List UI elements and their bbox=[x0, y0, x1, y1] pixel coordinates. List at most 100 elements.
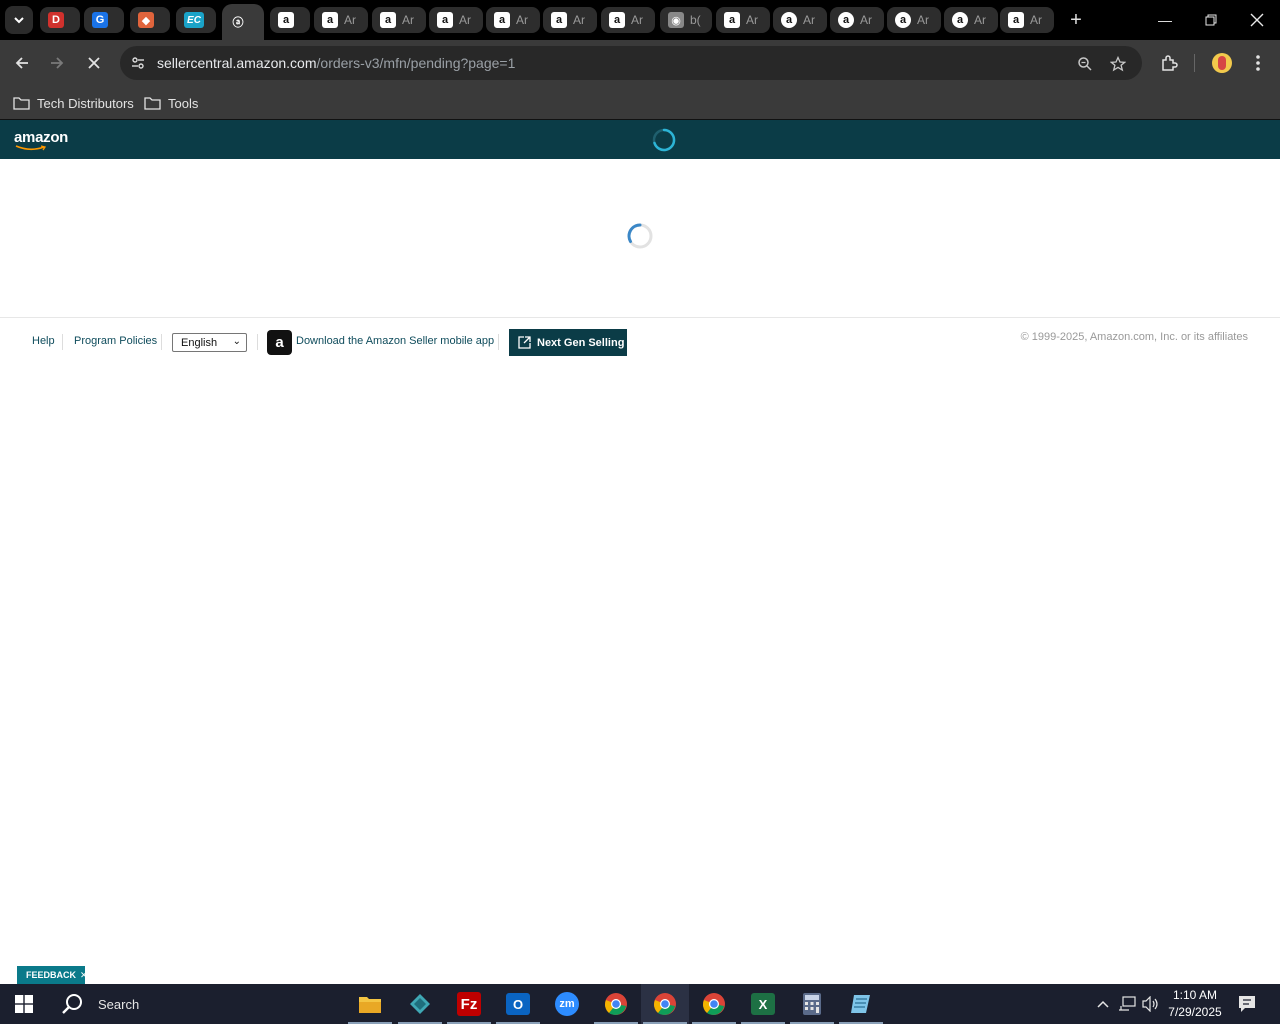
program-policies-link[interactable]: Program Policies bbox=[74, 335, 157, 347]
zoom-icon[interactable] bbox=[1075, 54, 1095, 74]
browser-tab-9[interactable]: a Ar bbox=[429, 7, 483, 33]
browser-tab-label: Ar bbox=[631, 13, 643, 27]
outlook-app[interactable]: O bbox=[494, 984, 542, 1024]
bookmark-folder-tools[interactable]: Tools bbox=[144, 93, 198, 113]
browser-tab-6[interactable]: a bbox=[270, 7, 310, 33]
minimize-icon: — bbox=[1158, 12, 1172, 28]
language-value: English bbox=[181, 336, 218, 349]
more-vertical-icon bbox=[1256, 55, 1260, 71]
amazon-icon: a bbox=[278, 12, 294, 28]
close-window-button[interactable] bbox=[1234, 0, 1280, 40]
blue-g-icon: G bbox=[92, 12, 108, 28]
chevron-down-icon bbox=[14, 17, 24, 24]
browser-tab-4[interactable]: EC bbox=[176, 7, 216, 33]
taskbar-search[interactable]: Search bbox=[48, 984, 338, 1024]
amazon-app-icon[interactable]: a bbox=[267, 330, 292, 355]
bookmark-label: Tech Distributors bbox=[37, 95, 134, 111]
amazon-icon: a bbox=[437, 12, 453, 28]
amazon-icon: a bbox=[494, 12, 510, 28]
network-button[interactable] bbox=[1116, 984, 1138, 1024]
close-icon[interactable]: ✕ bbox=[80, 970, 88, 981]
puzzle-icon bbox=[1162, 55, 1178, 71]
help-link[interactable]: Help bbox=[32, 335, 55, 347]
footer-separator bbox=[62, 334, 63, 350]
stop-loading-button[interactable] bbox=[80, 49, 108, 77]
url-text[interactable]: sellercentral.amazon.com/orders-v3/mfn/p… bbox=[157, 55, 515, 71]
bookmark-star-icon[interactable] bbox=[1108, 54, 1128, 74]
new-tab-button[interactable]: + bbox=[1062, 6, 1090, 34]
zoom-app[interactable]: zm bbox=[543, 984, 591, 1024]
folder-icon bbox=[13, 97, 30, 110]
browser-tab-label: Ar bbox=[917, 13, 929, 27]
browser-tab-label: b( bbox=[690, 13, 701, 27]
close-icon bbox=[1250, 13, 1264, 27]
browser-tab-13[interactable]: ◉ b( bbox=[660, 7, 712, 33]
amazon-round-icon: a bbox=[895, 12, 911, 28]
excel-icon: X bbox=[751, 993, 775, 1015]
browser-tab-2[interactable]: G bbox=[84, 7, 124, 33]
amazon-logo[interactable]: amazon bbox=[14, 129, 68, 146]
browser-tab-18[interactable]: a Ar bbox=[944, 7, 998, 33]
browser-tab-12[interactable]: a Ar bbox=[601, 7, 655, 33]
taskbar-clock[interactable]: 1:10 AM 7/29/2025 bbox=[1158, 987, 1232, 1021]
diamond-app-icon bbox=[410, 994, 430, 1014]
amazon-icon: a bbox=[609, 12, 625, 28]
site-settings-icon[interactable] bbox=[126, 51, 150, 75]
minimize-button[interactable]: — bbox=[1142, 0, 1188, 40]
excel-app[interactable]: X bbox=[739, 984, 787, 1024]
tab-search-button[interactable] bbox=[5, 6, 33, 34]
file-explorer-app[interactable] bbox=[346, 984, 394, 1024]
browser-tab-19[interactable]: a Ar bbox=[1000, 7, 1054, 33]
loading-spinner-header-icon bbox=[652, 128, 676, 152]
zoom-icon: zm bbox=[555, 992, 579, 1016]
extensions-button[interactable] bbox=[1155, 49, 1183, 77]
next-gen-selling-button[interactable]: Next Gen Selling bbox=[509, 329, 627, 356]
browser-tab-16[interactable]: a Ar bbox=[830, 7, 884, 33]
windows-taskbar: Search Fz O zm X 1:10 AM 7/29/2025 bbox=[0, 984, 1280, 1024]
browser-tab-1[interactable]: D bbox=[40, 7, 80, 33]
footer-separator bbox=[257, 334, 258, 350]
filezilla-app[interactable]: Fz bbox=[445, 984, 493, 1024]
browser-tab-15[interactable]: a Ar bbox=[773, 7, 827, 33]
clock-time: 1:10 AM bbox=[1172, 988, 1218, 1002]
diamond-app[interactable] bbox=[396, 984, 444, 1024]
browser-tab-label: Ar bbox=[573, 13, 585, 27]
browser-tab-label: Ar bbox=[516, 13, 528, 27]
feedback-button[interactable]: FEEDBACK ✕ bbox=[17, 966, 88, 984]
profile-button[interactable] bbox=[1208, 49, 1236, 77]
browser-tab-7[interactable]: a Ar bbox=[314, 7, 368, 33]
browser-menu-button[interactable] bbox=[1244, 49, 1272, 77]
chrome-icon bbox=[654, 993, 676, 1015]
calculator-app[interactable] bbox=[788, 984, 836, 1024]
notifications-button[interactable] bbox=[1235, 984, 1259, 1024]
chrome-app-3[interactable] bbox=[690, 984, 738, 1024]
calculator-icon bbox=[803, 993, 821, 1015]
back-button[interactable] bbox=[8, 49, 36, 77]
show-hidden-icons-button[interactable] bbox=[1092, 984, 1114, 1024]
browser-toolbar: sellercentral.amazon.com/orders-v3/mfn/p… bbox=[0, 40, 1280, 86]
download-app-link[interactable]: Download the Amazon Seller mobile app bbox=[296, 335, 494, 347]
browser-tab-17[interactable]: a Ar bbox=[887, 7, 941, 33]
close-icon bbox=[88, 57, 100, 69]
browser-tab-14[interactable]: a Ar bbox=[716, 7, 770, 33]
bookmark-folder-tech-distributors[interactable]: Tech Distributors bbox=[13, 93, 134, 113]
browser-tab-label: Ar bbox=[974, 13, 986, 27]
browser-tab-10[interactable]: a Ar bbox=[486, 7, 540, 33]
address-bar[interactable]: sellercentral.amazon.com/orders-v3/mfn/p… bbox=[120, 46, 1142, 80]
browser-tab-8[interactable]: a Ar bbox=[372, 7, 426, 33]
browser-tab-5[interactable]: ⓐ bbox=[222, 4, 264, 40]
chrome-app-1[interactable] bbox=[592, 984, 640, 1024]
notepad-app[interactable] bbox=[837, 984, 885, 1024]
globe-icon: ◉ bbox=[668, 12, 684, 28]
footer-separator bbox=[498, 334, 499, 350]
browser-tab-11[interactable]: a Ar bbox=[543, 7, 597, 33]
start-button[interactable] bbox=[0, 984, 48, 1024]
chrome-app-2[interactable] bbox=[641, 984, 689, 1024]
restore-button[interactable] bbox=[1188, 0, 1234, 40]
forward-button[interactable] bbox=[43, 49, 71, 77]
next-gen-selling-label: Next Gen Selling bbox=[537, 336, 625, 349]
browser-tab-3[interactable]: ◆ bbox=[130, 7, 170, 33]
avatar bbox=[1212, 53, 1232, 73]
browser-tab-label: Ar bbox=[860, 13, 872, 27]
language-select[interactable]: English ⌄ bbox=[172, 333, 247, 352]
